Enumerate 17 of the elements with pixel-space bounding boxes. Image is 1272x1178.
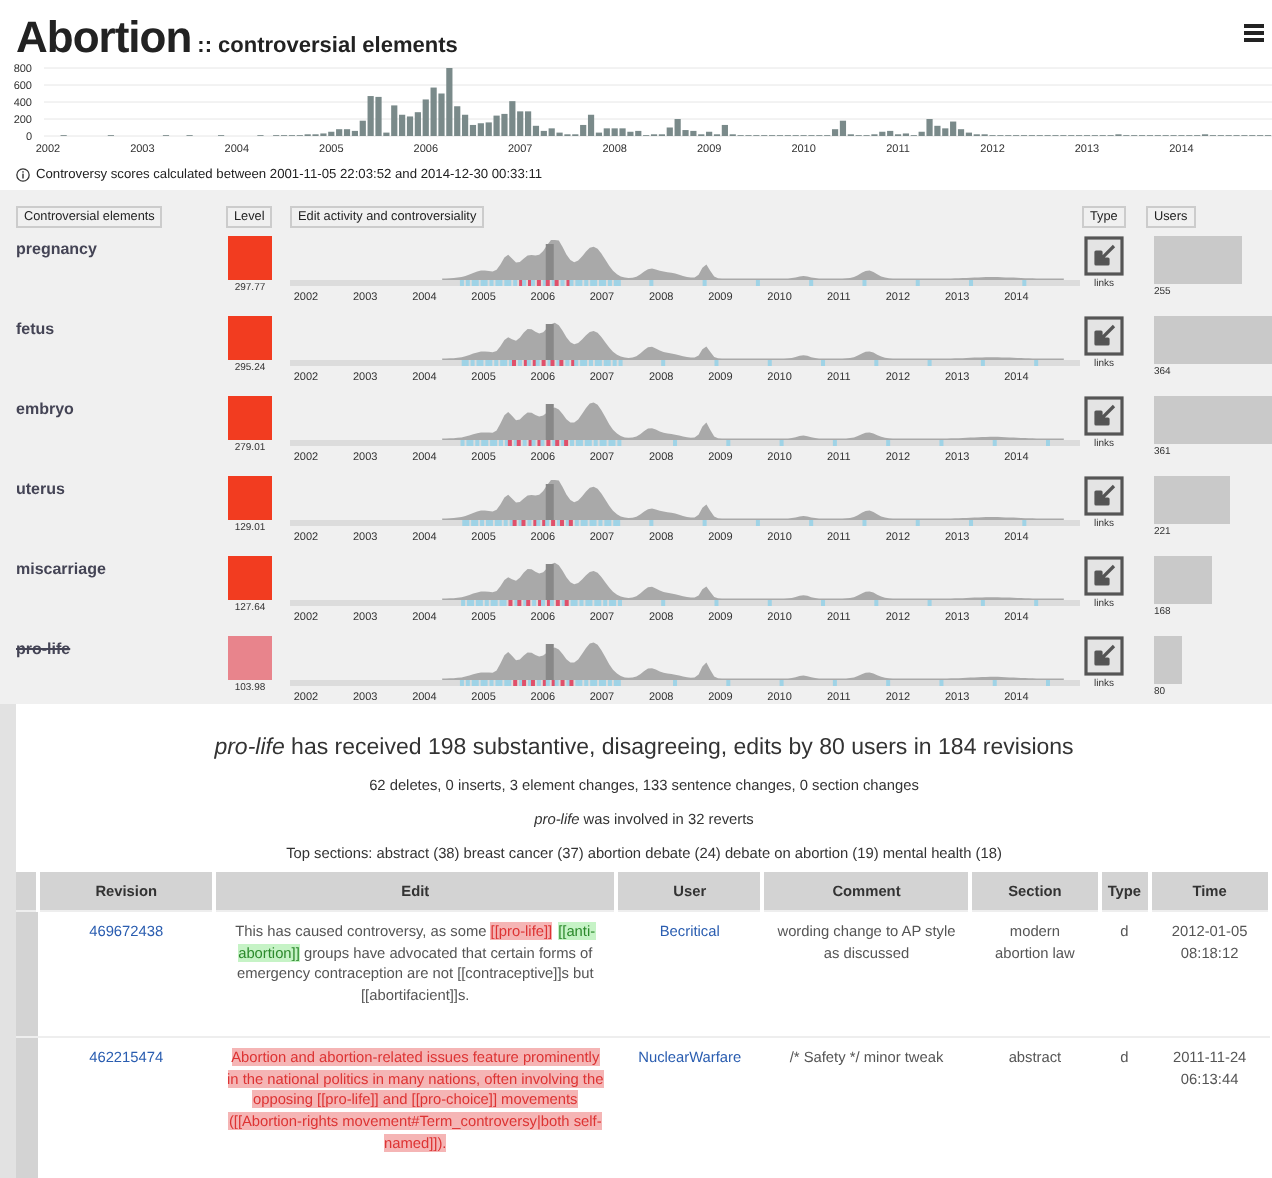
element-name[interactable]: pro-life — [16, 632, 71, 658]
users-bar — [1154, 236, 1242, 284]
detail-headline: pro-life has received 198 substantive, disagreeing, edits by 80 users in 184 revisions — [212, 736, 1076, 760]
element-name[interactable]: uterus — [16, 472, 65, 498]
element-name[interactable]: fetus — [16, 312, 55, 338]
users-bar — [1154, 636, 1182, 684]
page-title: Abortion — [16, 12, 192, 64]
page-subtitle: :: controversial elements — [197, 34, 458, 58]
users-bar — [1154, 316, 1272, 364]
element-name[interactable]: pregnancy — [16, 232, 97, 258]
users-bar — [1154, 396, 1272, 444]
menu-icon[interactable] — [1244, 24, 1264, 42]
users-bar — [1154, 476, 1230, 524]
element-name[interactable]: miscarriage — [16, 552, 106, 578]
info-icon — [16, 168, 30, 182]
element-name[interactable]: embryo — [16, 392, 74, 418]
users-bar — [1154, 556, 1212, 604]
